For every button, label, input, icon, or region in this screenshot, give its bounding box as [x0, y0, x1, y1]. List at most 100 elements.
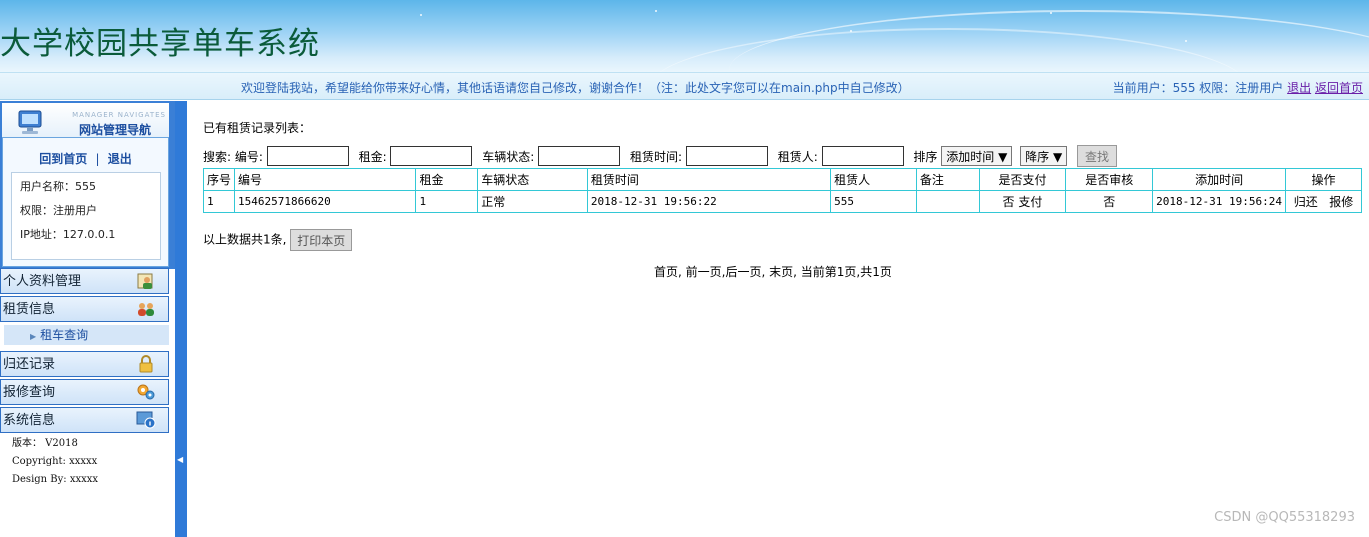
site-title: 大学校园共享单车系统 [0, 26, 320, 62]
list-title: 已有租赁记录列表： [203, 121, 312, 135]
welcome-text: 欢迎登陆我站，希望能给你带来好心情，其他话语请您自己修改，谢谢合作！（注：此处文… [241, 81, 910, 95]
watermark: CSDN @QQ55318293 [1214, 510, 1355, 525]
repair-link[interactable]: 报修 [1329, 195, 1353, 209]
menu-item-return-records[interactable]: 归还记录 [0, 351, 169, 377]
home-link[interactable]: 回到首页 [39, 152, 87, 166]
menu-item-label: 报修查询 [3, 385, 56, 400]
sparkle [1050, 12, 1052, 14]
pagination: 首页, 前一页,后一页, 末页, 当前第1页,共1页 [654, 263, 892, 280]
col-header-audited: 是否审核 [1065, 168, 1154, 191]
col-header-remark: 备注 [915, 168, 980, 191]
col-header-status: 车辆状态 [477, 168, 588, 191]
cell-renter: 555 [830, 190, 917, 213]
menu-item-repair-query[interactable]: 报修查询 [0, 379, 169, 405]
triangle-left-icon: ◀ [177, 455, 184, 464]
next-page-link[interactable]: ,后一页, [722, 265, 766, 279]
cell-paid: 否 支付 [978, 190, 1067, 213]
user-role: 权限：注册用户 [20, 204, 97, 217]
sort-label: 排序 [913, 149, 938, 164]
sort-order-value: 降序 [1025, 149, 1050, 164]
renter-field-label: 租赁人: [777, 149, 818, 164]
sort-field-value: 添加时间 [946, 149, 995, 164]
sparkle [850, 30, 852, 32]
sidebar-logout-link[interactable]: 退出 [108, 152, 132, 166]
cell-status: 正常 [477, 190, 588, 213]
system-info-icon [136, 411, 156, 429]
sidebar-links: 回到首页 | 退出 [3, 150, 168, 167]
computer-monitor-icon [18, 110, 42, 134]
site-header: 大学校园共享单车系统 [0, 0, 1369, 72]
menu-item-profile[interactable]: 个人资料管理 [0, 268, 169, 294]
cell-code: 15462571866620 [234, 190, 417, 213]
prev-page-link[interactable]: 前一页 [686, 265, 722, 279]
page-status: 当前第1页,共1页 [800, 265, 892, 279]
paid-value: 否 [1002, 195, 1015, 209]
sidebar-panel: MANAGER NAVIGATES 网站管理导航 回到首页 | 退出 用户名称：… [0, 101, 175, 269]
cell-actions: 归还 报修 [1285, 190, 1362, 213]
user-profile-icon [137, 273, 153, 289]
table-header-row: 序号 编号 租金 车辆状态 租赁时间 租赁人 备注 是否支付 是否审核 添加时间… [202, 168, 1362, 191]
sort-order-select[interactable]: 降序 ▼ [1020, 146, 1068, 166]
current-user-text: 当前用户：555 权限：注册用户 [1112, 81, 1284, 95]
code-input[interactable] [266, 146, 349, 166]
col-header-paid: 是否支付 [978, 168, 1067, 191]
logout-link[interactable]: 退出 [1287, 81, 1311, 95]
code-field-label: 编号: [234, 149, 263, 164]
search-bar: 搜索: 编号: 租金: 车辆状态: 租赁时间: 租赁人: 排序 添加时间 ▼ 降… [203, 145, 1118, 167]
menu-item-rental-info[interactable]: 租赁信息 [0, 296, 169, 322]
menu-item-system-info[interactable]: 系统信息 [0, 407, 169, 433]
last-page-link[interactable]: 末页, [769, 265, 797, 279]
cell-index: 1 [202, 190, 236, 213]
rent-time-input[interactable] [685, 146, 768, 166]
menu-item-label: 个人资料管理 [3, 274, 82, 289]
dropdown-arrow-icon: ▼ [1052, 149, 1063, 164]
user-name: 用户名称：555 [20, 180, 96, 193]
triangle-right-icon: ▶ [30, 332, 37, 341]
main-content: 已有租赁记录列表： 搜索: 编号: 租金: 车辆状态: 租赁时间: 租赁人: 排… [188, 101, 1369, 537]
summary-text: 以上数据共1条, [203, 232, 287, 247]
dropdown-arrow-icon: ▼ [998, 149, 1008, 164]
sort-field-select[interactable]: 添加时间 ▼ [941, 146, 1013, 166]
first-page-link[interactable]: 首页, [654, 265, 682, 279]
col-header-rent-time: 租赁时间 [586, 168, 832, 191]
col-header-rent: 租金 [415, 168, 479, 191]
vehicle-status-input[interactable] [538, 146, 621, 166]
copyright-text: Copyright: xxxxx [12, 456, 98, 467]
gears-icon [137, 384, 155, 400]
lock-icon [139, 355, 153, 373]
rent-time-field-label: 租赁时间: [629, 149, 683, 164]
sidebar-collapse-handle[interactable]: ◀ [175, 101, 187, 537]
pay-link[interactable]: 支付 [1018, 195, 1042, 209]
return-link[interactable]: 归还 [1294, 195, 1318, 209]
welcome-bar: 欢迎登陆我站，希望能给你带来好心情，其他话语请您自己修改，谢谢合作！（注：此处文… [0, 72, 1369, 100]
cell-remark [915, 190, 980, 213]
print-page-button[interactable]: 打印本页 [290, 229, 353, 251]
cell-rent-time: 2018-12-31 19:56:22 [586, 190, 832, 213]
submenu-car-query[interactable]: ▶ 租车查询 [4, 325, 169, 345]
sidebar-footer: 版本： V2018 Copyright: xxxxx Design By: xx… [12, 435, 98, 489]
sparkle [1185, 40, 1187, 42]
col-header-added-time: 添加时间 [1152, 168, 1286, 191]
sidebar-logo: MANAGER NAVIGATES 网站管理导航 [2, 103, 169, 137]
rent-field-label: 租金: [358, 149, 387, 164]
menu-item-label: 系统信息 [3, 413, 56, 428]
search-button[interactable]: 查找 [1077, 145, 1118, 167]
user-ip: IP地址：127.0.0.1 [20, 228, 116, 241]
renter-input[interactable] [821, 146, 904, 166]
sidebar: MANAGER NAVIGATES 网站管理导航 回到首页 | 退出 用户名称：… [0, 101, 175, 537]
col-header-renter: 租赁人 [830, 168, 917, 191]
rent-input[interactable] [390, 146, 473, 166]
rental-records-table: 序号 编号 租金 车辆状态 租赁时间 租赁人 备注 是否支付 是否审核 添加时间… [202, 168, 1362, 213]
back-home-link[interactable]: 返回首页 [1315, 81, 1363, 95]
menu-item-label: 租赁信息 [3, 302, 56, 317]
col-header-actions: 操作 [1285, 168, 1362, 191]
search-label: 搜索: [203, 149, 232, 164]
version-text: 版本： V2018 [12, 438, 78, 449]
col-header-index: 序号 [202, 168, 236, 191]
users-group-icon [138, 303, 154, 316]
status-field-label: 车辆状态: [482, 149, 535, 164]
submenu-label: 租车查询 [40, 328, 89, 342]
sparkle [420, 14, 422, 16]
table-row: 1 15462571866620 1 正常 2018-12-31 19:56:2… [202, 190, 1362, 213]
link-separator: | [95, 152, 100, 166]
